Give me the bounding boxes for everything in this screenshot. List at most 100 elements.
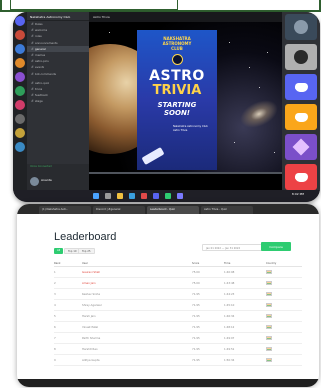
cell-rank: 2 xyxy=(54,281,56,285)
club-logo-icon xyxy=(171,54,183,65)
cell-country xyxy=(266,269,302,275)
avatar[interactable] xyxy=(30,177,39,186)
cell-score: 71.95 xyxy=(192,358,200,362)
server-name[interactable]: Nakshatra Astronomy Club xyxy=(27,12,89,21)
cell-user: Shrey Agarwal xyxy=(82,303,102,307)
filter-all-button[interactable]: All xyxy=(54,248,64,254)
app-icon[interactable] xyxy=(165,193,171,199)
table-row[interactable]: 8 Harshit Rao 71.95 1:49:51 xyxy=(54,344,302,355)
browser-icon[interactable] xyxy=(129,193,135,199)
participant-tile[interactable] xyxy=(285,74,317,100)
telescope-icon xyxy=(141,147,165,165)
cell-time: 1:46:34 xyxy=(224,314,235,318)
table-row[interactable]: 5 Harsh Jain 71.95 1:46:34 xyxy=(54,311,302,322)
table-row[interactable]: 3 Keshav Sinha 71.95 1:44:23 xyxy=(54,289,302,300)
india-flag-icon xyxy=(266,346,272,351)
server-icon[interactable] xyxy=(15,86,25,96)
india-flag-icon xyxy=(266,269,272,274)
column-header[interactable]: Country xyxy=(266,262,302,265)
stream-title: Astro Trivia xyxy=(89,12,282,22)
folder-icon[interactable] xyxy=(117,193,123,199)
server-icon[interactable] xyxy=(15,100,25,110)
table-row[interactable]: 7 Parth Sharma 71.95 1:49:07 xyxy=(54,333,302,344)
poster-starting-soon: STARTING SOON! xyxy=(157,101,197,117)
start-icon[interactable] xyxy=(93,193,99,199)
poster-trivia: TRIVIA xyxy=(152,83,202,98)
cell-user: Keshav Sinha xyxy=(82,292,100,296)
server-icon[interactable] xyxy=(15,114,25,124)
app-icon[interactable] xyxy=(141,193,147,199)
space-background: NAKSHATRA ASTRONOMY CLUB ASTRO TRIVIA ST… xyxy=(89,22,282,172)
table-row[interactable]: 6 Vineet Patel 71.95 1:48:12 xyxy=(54,322,302,333)
channel-label: feedback xyxy=(35,93,48,98)
column-header[interactable]: Score xyxy=(192,262,224,265)
table-row[interactable]: 1 Gauravi Shah 75.00 1:40:08 xyxy=(54,267,302,278)
cell-time: 1:49:51 xyxy=(224,347,235,351)
discord-icon xyxy=(294,112,308,122)
channel-item[interactable]: # stage xyxy=(27,98,89,104)
cell-country xyxy=(266,280,302,286)
date-range-picker[interactable]: Jan 01 2022 — Jan 31 2022 xyxy=(202,244,264,251)
compare-button[interactable]: Compare xyxy=(261,242,291,251)
server-icon[interactable] xyxy=(15,72,25,82)
cell-user: Parth Sharma xyxy=(82,336,101,340)
stream-view[interactable]: Astro Trivia NAKSHATRA ASTRONOMY CLUB AS… xyxy=(89,12,282,190)
cell-user: Aman Jain xyxy=(82,281,96,285)
channel-list: # Rules # welcome # roles # announcements # gener… xyxy=(27,21,89,104)
discord-window: Nakshatra Astronomy Club # Rules # welcome #… xyxy=(13,12,320,202)
server-icon[interactable] xyxy=(15,58,25,68)
browser-tab-active[interactable]: Leaderboard - Quiz xyxy=(147,206,199,214)
table-row[interactable]: 9 Aditya Gupta 71.95 1:50:34 xyxy=(54,355,302,366)
discord-icon xyxy=(294,172,308,182)
cell-rank: 3 xyxy=(54,292,56,296)
voice-status[interactable]: Voice Connected xyxy=(27,164,89,174)
filter-top25-button[interactable]: Top 25 xyxy=(78,248,95,254)
poster-club-name: NAKSHATRA ASTRONOMY CLUB xyxy=(162,36,192,51)
voice-status-label: Voice Connected xyxy=(30,165,52,168)
india-flag-icon xyxy=(266,313,272,318)
app-icon[interactable] xyxy=(177,193,183,199)
column-header[interactable]: Time xyxy=(224,262,266,265)
search-icon[interactable] xyxy=(105,193,111,199)
badge-icon xyxy=(292,138,310,156)
server-icon[interactable] xyxy=(15,30,25,40)
cell-score: 71.95 xyxy=(192,336,200,340)
india-flag-icon xyxy=(266,302,272,307)
poster-info: Nakshatra Astronomy Club xyxy=(173,125,208,128)
participant-tile[interactable] xyxy=(285,134,317,160)
server-icon[interactable] xyxy=(15,142,25,152)
cell-country xyxy=(266,291,302,297)
windows-taskbar xyxy=(17,379,319,387)
participant-tile[interactable] xyxy=(285,14,317,40)
india-flag-icon xyxy=(266,324,272,329)
discord-icon xyxy=(294,82,308,92)
column-header[interactable]: User xyxy=(82,262,192,265)
browser-tab[interactable]: Astro Trivia - Quiz xyxy=(201,206,253,214)
cell-user: Vineet Patel xyxy=(82,325,99,329)
participant-tile[interactable] xyxy=(285,44,317,70)
channel-label: welcome xyxy=(35,28,48,33)
column-header[interactable]: Rank xyxy=(54,262,82,265)
cell-score: 71.95 xyxy=(192,292,200,296)
server-icon[interactable] xyxy=(15,44,25,54)
cell-score: 71.95 xyxy=(192,314,200,318)
server-icon[interactable] xyxy=(15,128,25,138)
participant-tile[interactable] xyxy=(285,164,317,190)
india-flag-icon xyxy=(266,357,272,362)
username: Ananta xyxy=(41,178,52,182)
cell-score: 71.95 xyxy=(192,325,200,329)
browser-tab[interactable]: Discord | #general xyxy=(93,206,145,214)
windows-taskbar: 8:02 PM xyxy=(13,190,320,202)
discord-taskbar-icon[interactable] xyxy=(153,193,159,199)
table-row[interactable]: 4 Shrey Agarwal 71.95 1:45:10 xyxy=(54,300,302,311)
cell-rank: 6 xyxy=(54,325,56,329)
channel-label: general xyxy=(35,46,46,51)
participant-tile[interactable] xyxy=(285,104,317,130)
discord-home-icon[interactable] xyxy=(15,16,25,26)
cell-rank: 5 xyxy=(54,314,56,318)
cell-time: 1:50:34 xyxy=(224,358,235,362)
browser-tab[interactable]: (1) Nakshatra Astr... xyxy=(39,206,91,214)
table-row[interactable]: 2 Aman Jain 75.00 1:43:48 xyxy=(54,278,302,289)
cell-country xyxy=(266,335,302,341)
cell-rank: 4 xyxy=(54,303,56,307)
